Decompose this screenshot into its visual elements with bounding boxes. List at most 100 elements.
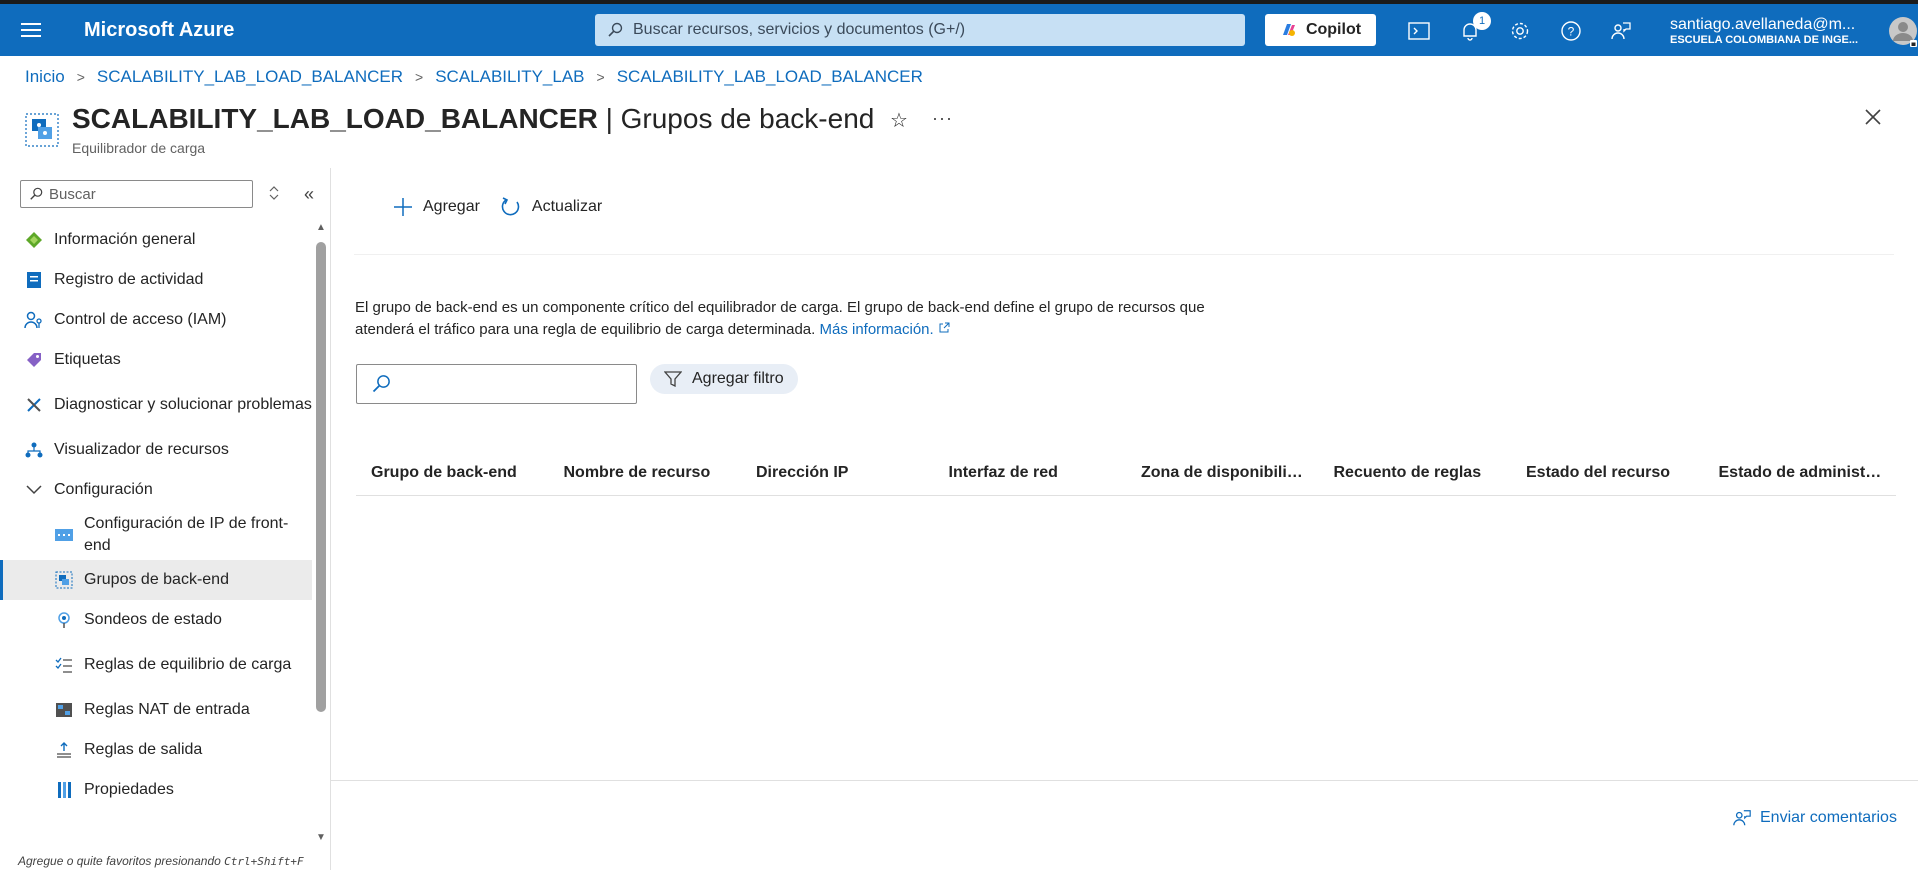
left-navigation: Información general Registro de activida… (0, 220, 312, 810)
nav-item-label: Reglas de equilibrio de carga (84, 656, 292, 673)
command-bar-divider (354, 254, 1894, 255)
search-icon (608, 22, 623, 37)
nav-item-inbound-nat-rules[interactable]: Reglas NAT de entrada (0, 690, 312, 730)
nav-item-resource-visualizer[interactable]: Visualizador de recursos (0, 430, 312, 470)
nav-item-label: Etiquetas (54, 351, 121, 368)
nav-item-properties[interactable]: Propiedades (0, 770, 312, 810)
nav-section-settings[interactable]: Configuración (0, 470, 312, 510)
learn-more-link[interactable]: Más información. (819, 321, 950, 338)
favorites-hint-text: Agregue o quite favoritos presionando (18, 854, 225, 868)
nav-item-tags[interactable]: Etiquetas (0, 340, 312, 380)
nav-item-label: Propiedades (84, 781, 174, 798)
add-button[interactable]: Agregar (393, 196, 480, 218)
command-bar: Agregar Actualizar (393, 196, 602, 218)
external-link-icon (939, 322, 950, 333)
account-info[interactable]: santiago.avellaneda@m... ESCUELA COLOMBI… (1670, 16, 1870, 46)
column-header-backend-pool[interactable]: Grupo de back-end (356, 464, 549, 482)
table-header: Grupo de back-end Nombre de recurso Dire… (356, 450, 1896, 496)
wrench-icon (24, 395, 44, 415)
nav-item-label: Información general (54, 231, 196, 248)
frontend-ip-icon (54, 525, 74, 545)
iam-icon (24, 310, 44, 330)
column-header-resource-status[interactable]: Estado del recurso (1511, 464, 1704, 482)
chevron-down-icon (24, 480, 44, 500)
properties-icon (54, 780, 74, 800)
filter-search-input[interactable] (356, 364, 637, 404)
column-header-availability-zone[interactable]: Zona de disponibilidad (1126, 464, 1319, 482)
scrollbar-thumb[interactable] (316, 242, 326, 712)
send-feedback-label: Enviar comentarios (1760, 809, 1897, 826)
more-options-icon[interactable]: ··· (932, 108, 953, 129)
scroll-down-icon[interactable]: ▼ (316, 832, 326, 843)
favorite-star-icon[interactable]: ☆ (890, 108, 908, 133)
avatar[interactable] (1888, 16, 1918, 50)
nav-item-iam[interactable]: Control de acceso (IAM) (0, 300, 312, 340)
lb-rules-icon (54, 655, 74, 675)
activity-log-icon (24, 270, 44, 290)
brand-title[interactable]: Microsoft Azure (84, 19, 594, 42)
notifications-icon[interactable]: 1 (1455, 12, 1491, 46)
nav-item-outbound-rules[interactable]: Reglas de salida (0, 730, 312, 770)
nav-search-input[interactable]: Buscar (20, 180, 253, 208)
favorites-hint: Agregue o quite favoritos presionando Ct… (18, 854, 304, 868)
collapse-menu-icon[interactable]: « (304, 184, 314, 205)
nav-item-label: Grupos de back-end (84, 571, 229, 588)
nav-item-backend-pools[interactable]: Grupos de back-end (0, 560, 312, 600)
nav-item-label: Registro de actividad (54, 271, 204, 288)
nav-item-health-probes[interactable]: Sondeos de estado (0, 600, 312, 640)
page-title: SCALABILITY_LAB_LOAD_BALANCER | Grupos d… (72, 103, 874, 135)
nav-divider (330, 168, 331, 870)
nav-item-label: Reglas NAT de entrada (84, 701, 250, 718)
health-probe-icon (54, 610, 74, 630)
column-header-rules-count[interactable]: Recuento de reglas (1319, 464, 1512, 482)
settings-gear-icon[interactable] (1505, 16, 1535, 46)
breadcrumb-separator-icon: > (596, 69, 605, 85)
column-header-network-interface[interactable]: Interfaz de red (934, 464, 1127, 482)
global-search-input[interactable]: Buscar recursos, servicios y documentos … (595, 14, 1245, 46)
blade-name: | Grupos de back-end (597, 103, 875, 134)
favorites-hint-shortcut: Ctrl+Shift+F (224, 855, 304, 868)
column-header-resource-name[interactable]: Nombre de recurso (549, 464, 742, 482)
description-body: El grupo de back-end es un componente cr… (355, 299, 1205, 338)
breadcrumb: Inicio > SCALABILITY_LAB_LOAD_BALANCER >… (25, 67, 923, 87)
nav-item-overview[interactable]: Información general (0, 220, 312, 260)
nav-item-label: Diagnosticar y solucionar problemas (54, 396, 312, 413)
column-header-ip-address[interactable]: Dirección IP (741, 464, 934, 482)
svg-text:?: ? (1568, 25, 1575, 39)
breadcrumb-separator-icon: > (415, 69, 424, 85)
add-filter-button[interactable]: Agregar filtro (650, 364, 798, 394)
nav-scrollbar[interactable]: ▲ ▼ (316, 222, 326, 844)
nav-item-label: Sondeos de estado (84, 611, 222, 628)
nav-item-label: Configuración (54, 481, 153, 498)
resource-visualizer-icon (24, 440, 44, 460)
search-icon (30, 187, 43, 200)
cloud-shell-icon[interactable] (1404, 16, 1434, 46)
filter-icon (664, 371, 682, 387)
notification-badge: 1 (1473, 12, 1491, 30)
breadcrumb-item-current[interactable]: SCALABILITY_LAB_LOAD_BALANCER (617, 67, 923, 87)
sort-icon[interactable] (268, 185, 280, 206)
close-icon[interactable] (1864, 108, 1882, 131)
nav-item-lb-rules[interactable]: Reglas de equilibrio de carga (0, 640, 312, 690)
refresh-icon (501, 197, 520, 216)
backend-pool-icon (54, 570, 74, 590)
footer-divider (331, 780, 1918, 781)
breadcrumb-item-load-balancer[interactable]: SCALABILITY_LAB_LOAD_BALANCER (97, 67, 403, 87)
scroll-up-icon[interactable]: ▲ (316, 222, 326, 233)
nav-item-activity-log[interactable]: Registro de actividad (0, 260, 312, 300)
menu-icon[interactable] (0, 4, 62, 56)
column-header-admin-state[interactable]: Estado de administración (1704, 464, 1897, 482)
help-icon[interactable]: ? (1556, 16, 1586, 46)
refresh-button[interactable]: Actualizar (500, 196, 602, 218)
breadcrumb-item-home[interactable]: Inicio (25, 67, 65, 87)
description-text: El grupo de back-end es un componente cr… (355, 297, 1215, 341)
send-feedback-link[interactable]: Enviar comentarios (1732, 808, 1897, 828)
nav-item-diagnose[interactable]: Diagnosticar y solucionar problemas (0, 380, 312, 430)
breadcrumb-item-resource-group[interactable]: SCALABILITY_LAB (435, 67, 584, 87)
nav-item-frontend-ip[interactable]: Configuración de IP de front-end (0, 510, 312, 560)
add-filter-label: Agregar filtro (692, 370, 784, 387)
feedback-icon[interactable] (1606, 16, 1636, 46)
copilot-icon (1282, 24, 1295, 36)
copilot-button[interactable]: Copilot (1265, 14, 1376, 46)
nav-item-label: Reglas de salida (84, 741, 203, 758)
